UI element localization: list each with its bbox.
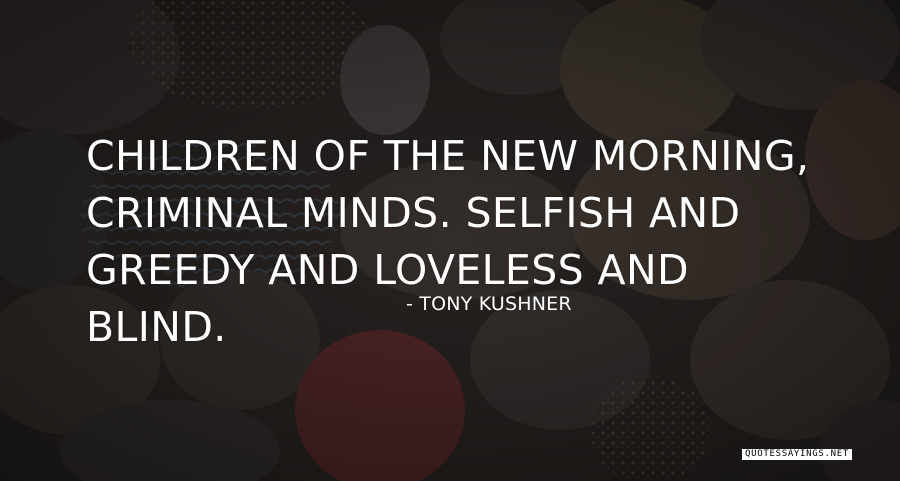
quote-author: - Tony Kushner xyxy=(406,293,572,315)
site-watermark: QUOTESSAYINGS.NET xyxy=(741,449,852,460)
quote-card: Children of the new morning, criminal mi… xyxy=(0,0,900,481)
quote-text: Children of the new morning, criminal mi… xyxy=(86,132,810,351)
